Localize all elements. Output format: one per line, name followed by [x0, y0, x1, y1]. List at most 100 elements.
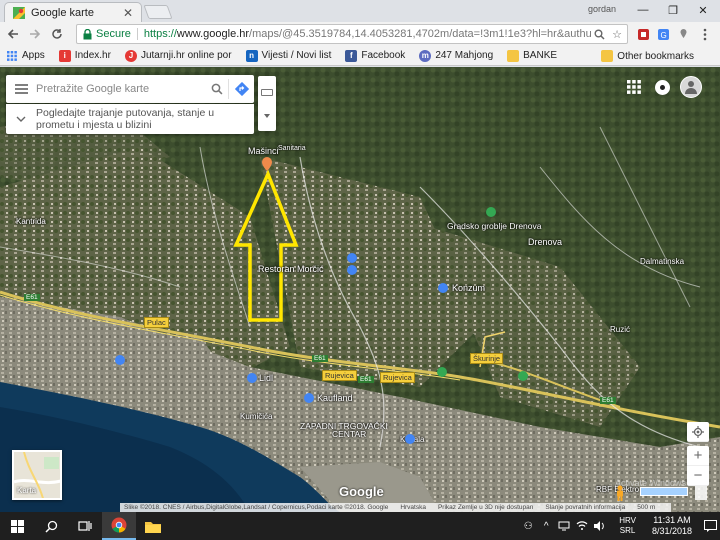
map-label-restoran: Restoran Morčić [258, 264, 324, 274]
notifications-icon[interactable] [655, 80, 670, 95]
folder-icon [507, 49, 520, 62]
map-search-input[interactable] [36, 83, 206, 95]
google-apps-icon[interactable] [627, 80, 641, 94]
restore-icon[interactable]: ❐ [658, 0, 688, 20]
poi-marker-icon[interactable] [405, 434, 415, 444]
bookmark-mahjong[interactable]: m 247 Mahjong [419, 49, 493, 62]
pegman-icon[interactable] [614, 485, 626, 501]
bookmark-apps[interactable]: Apps [6, 50, 45, 62]
shopping-poi-icon[interactable] [304, 393, 314, 403]
road-shield-skurinje: Škurinje [470, 353, 504, 364]
clock-date: 8/31/2018 [651, 526, 692, 536]
extension-icon[interactable] [634, 25, 652, 43]
poi-marker-icon[interactable] [347, 265, 357, 275]
pin-extension-icon[interactable] [674, 25, 692, 43]
file-explorer-icon[interactable] [136, 512, 170, 540]
wifi-icon[interactable] [575, 521, 589, 531]
address-bar[interactable]: Secure https://www.google.hr/maps/@45.35… [76, 24, 628, 44]
minimize-icon[interactable]: — [628, 0, 658, 20]
tab-strip: Google karte ✕ gordan — ❐ ✕ [0, 0, 720, 22]
map-search-box[interactable] [6, 75, 254, 103]
cemetery-poi-icon[interactable] [486, 207, 496, 217]
highway-tag: E61 [600, 397, 616, 404]
location-pin-icon[interactable] [262, 157, 272, 171]
people-icon[interactable]: ⚇ [521, 521, 535, 532]
bookmarks-bar: Apps i Index.hr J Jutarnji.hr online por… [0, 46, 720, 66]
bookmark-facebook[interactable]: f Facebook [345, 49, 406, 62]
scale-bar[interactable]: 500 m [637, 504, 655, 511]
bookmark-index[interactable]: i Index.hr [58, 49, 111, 62]
expand-imagery-icon[interactable] [695, 484, 707, 500]
chrome-menu-icon[interactable] [696, 25, 714, 43]
bookmark-novilist[interactable]: n Vijesti / Novi list [245, 49, 331, 62]
account-avatar[interactable] [680, 76, 702, 98]
poi-marker-icon[interactable] [347, 253, 357, 263]
chrome-taskbar-icon[interactable] [102, 512, 136, 540]
bookmark-label: Index.hr [74, 50, 111, 61]
clock-time: 11:31 AM [653, 515, 691, 525]
mahjong-icon: m [419, 49, 432, 62]
new-tab-button[interactable] [143, 5, 173, 19]
secure-label: Secure [96, 28, 131, 40]
hamburger-menu-icon[interactable] [6, 84, 36, 94]
bookmark-label: Apps [22, 50, 45, 61]
map-type-thumbnail[interactable]: Karta [12, 450, 62, 500]
search-icon[interactable] [206, 83, 228, 95]
zoom-out-icon[interactable]: − [687, 466, 709, 486]
back-icon[interactable] [4, 25, 22, 43]
country-link[interactable]: Hrvatska [400, 504, 426, 511]
bookmark-banke[interactable]: BANKE [507, 49, 557, 62]
other-bookmarks-label: Other bookmarks [617, 50, 694, 62]
task-view-icon[interactable] [68, 512, 102, 540]
chevron-down-icon [6, 116, 36, 122]
search-icon[interactable] [591, 29, 607, 40]
zoom-in-icon[interactable]: + [687, 446, 709, 466]
google-maps-favicon-icon [13, 6, 25, 19]
highway-tag: E61 [24, 294, 40, 301]
close-tab-icon[interactable]: ✕ [121, 6, 135, 20]
shopping-poi-icon[interactable] [247, 373, 257, 383]
3d-unavailable-note: Prikaz Zemlje u 3D nije dostupan [437, 504, 534, 511]
novilist-icon: n [245, 49, 258, 62]
imagery-credits: Slike ©2018. CNES / Airbus,DigitalGlobe,… [124, 504, 389, 511]
windows-start-icon[interactable] [0, 512, 34, 540]
taskbar-search-icon[interactable] [34, 512, 68, 540]
profile-name[interactable]: gordan [588, 4, 616, 14]
feedback-link[interactable]: Slanje povratnih informacija [545, 504, 625, 511]
language-top: HRV [619, 516, 636, 525]
facebook-icon: f [345, 49, 358, 62]
volume-icon[interactable] [593, 521, 607, 531]
network-icon[interactable] [557, 521, 571, 531]
language-bottom: SRL [619, 526, 636, 535]
park-poi-icon[interactable] [518, 371, 528, 381]
google-logo: Google [339, 484, 384, 499]
my-location-icon[interactable] [687, 422, 709, 442]
travel-time-suggestion[interactable]: Pogledajte trajanje putovanja, stanje u … [6, 104, 254, 134]
side-panel-toggle[interactable] [258, 76, 276, 131]
shopping-poi-icon[interactable] [438, 283, 448, 293]
imagery-layers-strip[interactable] [640, 487, 688, 496]
bookmark-star-icon[interactable]: ☆ [609, 28, 625, 41]
system-clock[interactable]: 11:31 AM 8/31/2018 [652, 515, 692, 537]
bookmark-label: Facebook [361, 50, 406, 61]
folder-icon [601, 50, 614, 62]
poi-marker-icon[interactable] [115, 355, 125, 365]
browser-tab[interactable]: Google karte ✕ [4, 2, 142, 22]
user-icon [685, 81, 697, 94]
window-close-icon[interactable]: ✕ [688, 0, 718, 20]
directions-icon[interactable] [228, 79, 254, 99]
map-label-centar: CENTAR [332, 429, 367, 439]
translate-icon[interactable]: G [654, 25, 672, 43]
other-bookmarks[interactable]: Other bookmarks [601, 50, 694, 62]
park-poi-icon[interactable] [437, 367, 447, 377]
system-tray: ⚇ ^ HRV SRL 11:31 AM 8/31/2018 [521, 512, 720, 540]
show-hidden-icons-icon[interactable]: ^ [539, 521, 553, 532]
bookmark-jutarnji[interactable]: J Jutarnji.hr online por [124, 49, 232, 62]
map-attribution: Slike ©2018. CNES / Airbus,DigitalGlobe,… [120, 503, 672, 512]
map-label-kumicica: Kumičića [240, 412, 273, 421]
reload-icon[interactable] [48, 25, 66, 43]
forward-icon[interactable] [26, 25, 44, 43]
language-indicator[interactable]: HRV SRL [619, 516, 636, 536]
apps-icon [6, 50, 18, 62]
action-center-icon[interactable] [700, 520, 720, 532]
